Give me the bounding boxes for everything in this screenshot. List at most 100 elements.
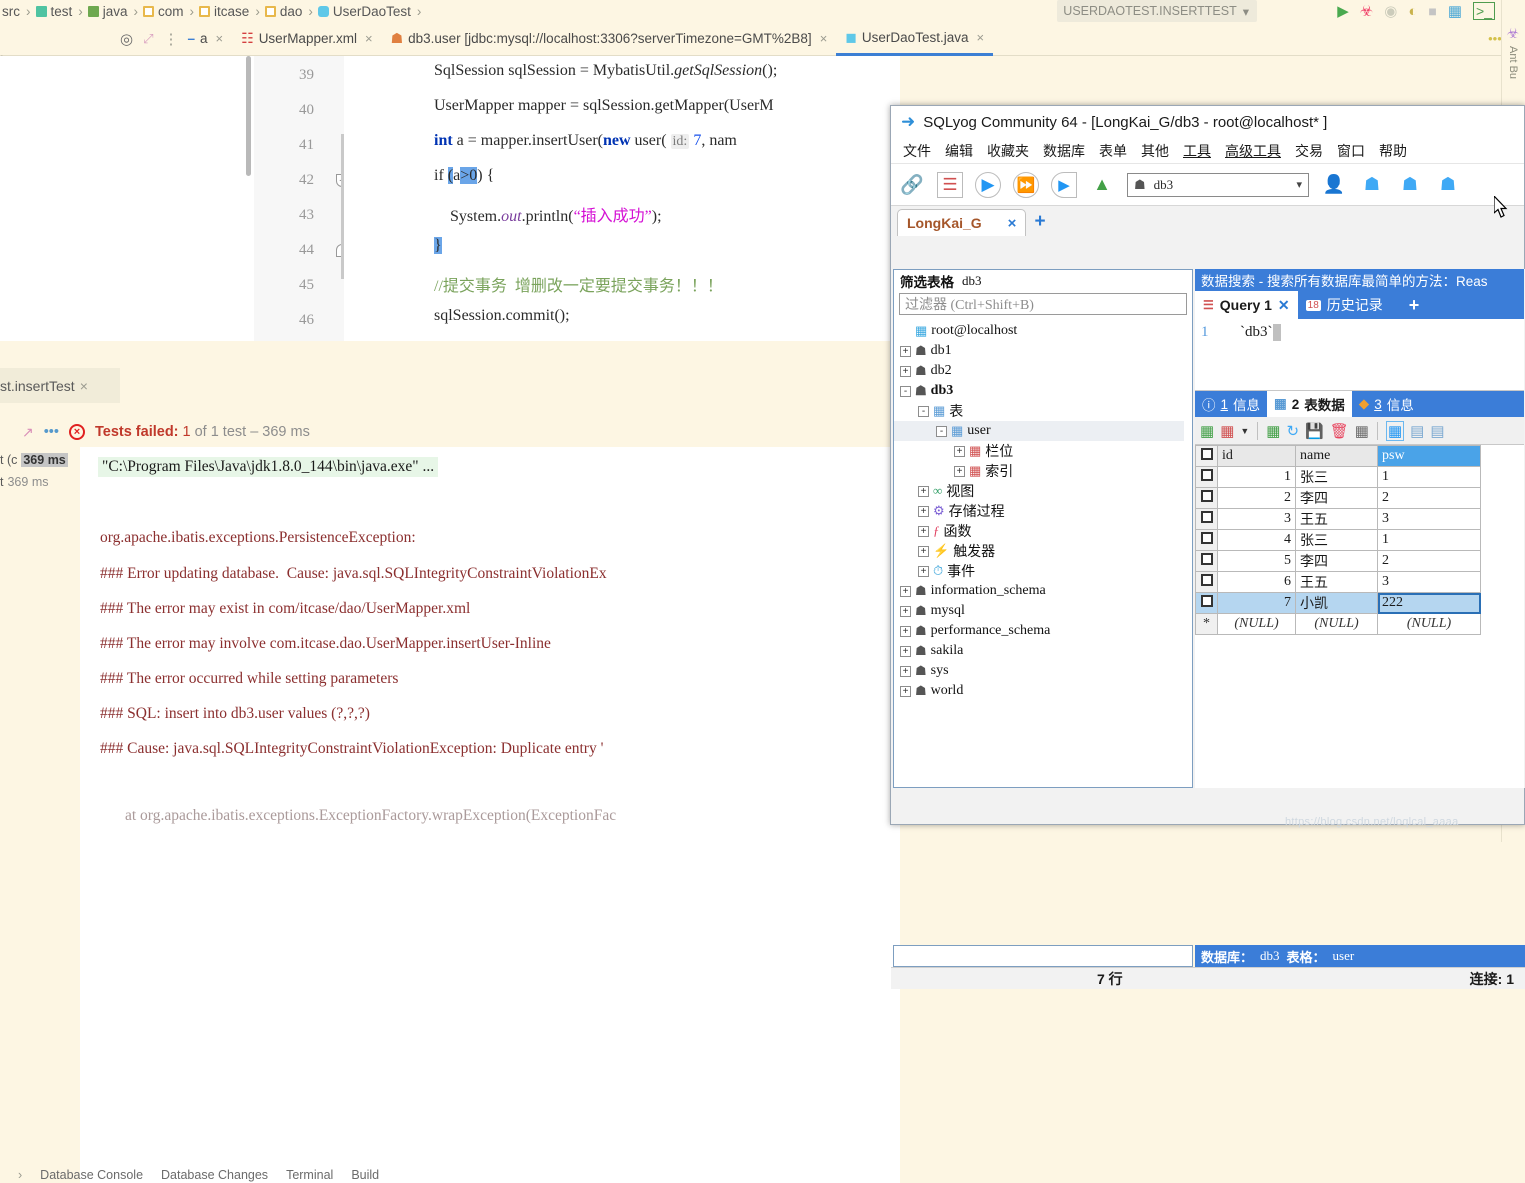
import-data-icon[interactable]: ☗ (1359, 172, 1385, 198)
expander-icon[interactable]: + (918, 485, 929, 497)
result-tab-info2[interactable]: ◆ 3 信息 (1352, 391, 1421, 417)
expander-icon[interactable]: + (954, 445, 965, 457)
cancel-changes-icon[interactable]: ▦ (1355, 422, 1369, 440)
add-connection-button[interactable]: + (1030, 211, 1053, 236)
close-icon[interactable]: × (365, 31, 373, 46)
table-row[interactable]: 2 李四 2 (1195, 487, 1481, 509)
tree-item-user-table[interactable]: - ▦ user (894, 421, 1184, 441)
cell-id[interactable]: 7 (1217, 592, 1296, 614)
run-icon[interactable]: ▶ (1337, 2, 1349, 20)
row-checkbox[interactable] (1195, 529, 1218, 551)
row-checkbox[interactable] (1195, 571, 1218, 593)
tree-item-functions[interactable]: + ƒ 函数 (918, 521, 972, 541)
editor-tab-db3-user[interactable]: ☗ db3.user [jdbc:mysql://localhost:3306?… (382, 22, 837, 56)
breadcrumb-item-com[interactable]: com › (143, 4, 196, 19)
connection-tab-longkai-g[interactable]: LongKai_G × (897, 209, 1027, 236)
cell-psw[interactable]: 3 (1377, 571, 1481, 593)
editor-tab-userdaotest-java[interactable]: ◼ UserDaoTest.java × (836, 22, 994, 56)
terminal-icon[interactable]: >_ (1473, 2, 1495, 20)
tree-item-db1[interactable]: + ☗ db1 (900, 341, 952, 361)
tree-item-sys[interactable]: + ☗ sys (900, 661, 949, 681)
query-tab-history[interactable]: 18 历史记录 (1298, 291, 1391, 319)
menu-item-file[interactable]: 文件 (903, 141, 931, 161)
result-grid[interactable]: id name psw 1 张三 1 2 李四 2 3 王五 3 4 张三 1 … (1195, 445, 1481, 635)
save-changes-icon[interactable]: 💾 (1305, 422, 1324, 440)
breadcrumb-item-userdaotest[interactable]: UserDaoTest › (317, 4, 424, 19)
expander-icon[interactable]: + (900, 605, 911, 617)
profiler-icon[interactable]: ◐ (1408, 3, 1417, 20)
expander-icon[interactable]: + (918, 545, 929, 557)
row-checkbox[interactable] (1195, 550, 1218, 572)
cell-id[interactable]: 5 (1217, 550, 1296, 572)
expander-icon[interactable]: + (918, 565, 929, 577)
sql-query-editor[interactable]: 1 `db3` (1195, 319, 1524, 391)
expander-icon[interactable]: + (900, 645, 911, 657)
cell-psw[interactable]: 2 (1377, 550, 1481, 572)
refresh-objects-icon[interactable]: ▲ (1089, 172, 1115, 198)
menu-item-transaction[interactable]: 交易 (1295, 141, 1323, 161)
cell-psw[interactable]: (NULL) (1377, 613, 1481, 635)
menu-item-powertools[interactable]: 高级工具 (1225, 141, 1281, 161)
cell-id[interactable]: 2 (1217, 487, 1296, 509)
cell-name[interactable]: 李四 (1295, 550, 1378, 572)
breadcrumb-item-java[interactable]: java › (87, 4, 140, 19)
close-icon[interactable]: × (820, 31, 828, 46)
insert-row-icon[interactable]: ▦ (1200, 422, 1214, 440)
tree-item-db3[interactable]: - ☗ db3 (900, 381, 953, 401)
run-configuration-selector[interactable]: USERDAOTEST.INSERTTEST ▾ (1057, 0, 1257, 22)
cell-psw[interactable]: 3 (1377, 508, 1481, 530)
more-options-icon[interactable]: ••• (44, 424, 59, 440)
collapse-icon[interactable]: ⤢ (143, 31, 153, 47)
execute-query-icon[interactable]: ▶ (975, 171, 1001, 198)
menu-item-help[interactable]: 帮助 (1379, 141, 1407, 161)
execute-explain-icon[interactable]: ▶ (1051, 171, 1077, 198)
close-icon[interactable]: × (80, 378, 88, 394)
table-row[interactable]: 1 张三 1 (1195, 466, 1481, 488)
text-view-icon[interactable]: ▤ (1430, 422, 1444, 440)
expander-icon[interactable]: + (900, 625, 911, 637)
breadcrumb-item-dao[interactable]: dao › (264, 4, 315, 19)
test-tree-row[interactable]: t (c 369 ms (0, 453, 68, 467)
table-row[interactable]: 7 小凯 222 (1195, 592, 1481, 614)
tree-item-procedures[interactable]: + ⚙ 存储过程 (918, 501, 1005, 521)
test-tree-row[interactable]: t 369 ms (0, 475, 48, 489)
new-row-placeholder[interactable]: * (NULL) (NULL) (NULL) (1195, 613, 1481, 635)
layout-icon[interactable]: ▦ (1448, 2, 1462, 20)
expander-icon[interactable]: + (900, 665, 911, 677)
cell-name[interactable]: 李四 (1295, 487, 1378, 509)
expander-icon[interactable]: - (900, 385, 911, 397)
table-row[interactable]: 4 张三 1 (1195, 529, 1481, 551)
tree-item-performance-schema[interactable]: + ☗ performance_schema (900, 621, 1050, 641)
refresh-grid-icon[interactable]: ↻ (1286, 422, 1299, 440)
tree-item-information-schema[interactable]: + ☗ information_schema (900, 581, 1046, 601)
select-all-checkbox[interactable] (1195, 445, 1218, 467)
editor-vertical-scrollbar[interactable] (246, 56, 251, 176)
menu-item-database[interactable]: 数据库 (1043, 141, 1085, 161)
expander-icon[interactable]: + (918, 525, 929, 537)
expander-icon[interactable]: + (900, 365, 911, 377)
target-icon[interactable]: ◎ (120, 30, 133, 48)
cell-psw[interactable]: 1 (1377, 466, 1481, 488)
editor-tab-usermapper-xml[interactable]: ☷ UserMapper.xml × (232, 22, 381, 56)
tree-item-events[interactable]: + ⏱ 事件 (918, 561, 975, 581)
breadcrumb-item-test[interactable]: test › (35, 4, 85, 19)
expander-icon[interactable]: + (900, 685, 911, 697)
result-tab-info1[interactable]: ⓘ 1 信息 (1195, 391, 1267, 417)
object-filter-input[interactable]: 过滤器 (Ctrl+Shift+B) (899, 293, 1187, 315)
expander-icon[interactable]: + (900, 345, 911, 357)
run-tab-insert-test[interactable]: st.insertTest × (0, 368, 120, 403)
code-editor[interactable]: 39 40 41 42 43 44 45 46 – SqlSession sql… (0, 56, 900, 368)
tree-item-sakila[interactable]: + ☗ sakila (900, 641, 963, 661)
user-manager-icon[interactable]: 👤 (1321, 172, 1347, 198)
menu-item-window[interactable]: 窗口 (1337, 141, 1365, 161)
breadcrumb-item-itcase[interactable]: itcase › (199, 4, 262, 19)
chevron-down-icon[interactable]: ▼ (1240, 426, 1249, 436)
tree-item-world[interactable]: + ☗ world (900, 681, 963, 701)
more-options-icon[interactable]: ⋮ (164, 30, 179, 48)
query-tab-query1[interactable]: ☰ Query 1 ✕ (1195, 291, 1298, 319)
close-icon[interactable]: × (976, 30, 984, 45)
cell-name[interactable]: 王五 (1295, 571, 1378, 593)
tree-item-columns[interactable]: + ▦ 栏位 (954, 441, 1013, 461)
console-output[interactable]: "C:\Program Files\Java\jdk1.8.0_144\bin\… (80, 447, 900, 1183)
tree-item-triggers[interactable]: + ⚡ 触发器 (918, 541, 995, 561)
